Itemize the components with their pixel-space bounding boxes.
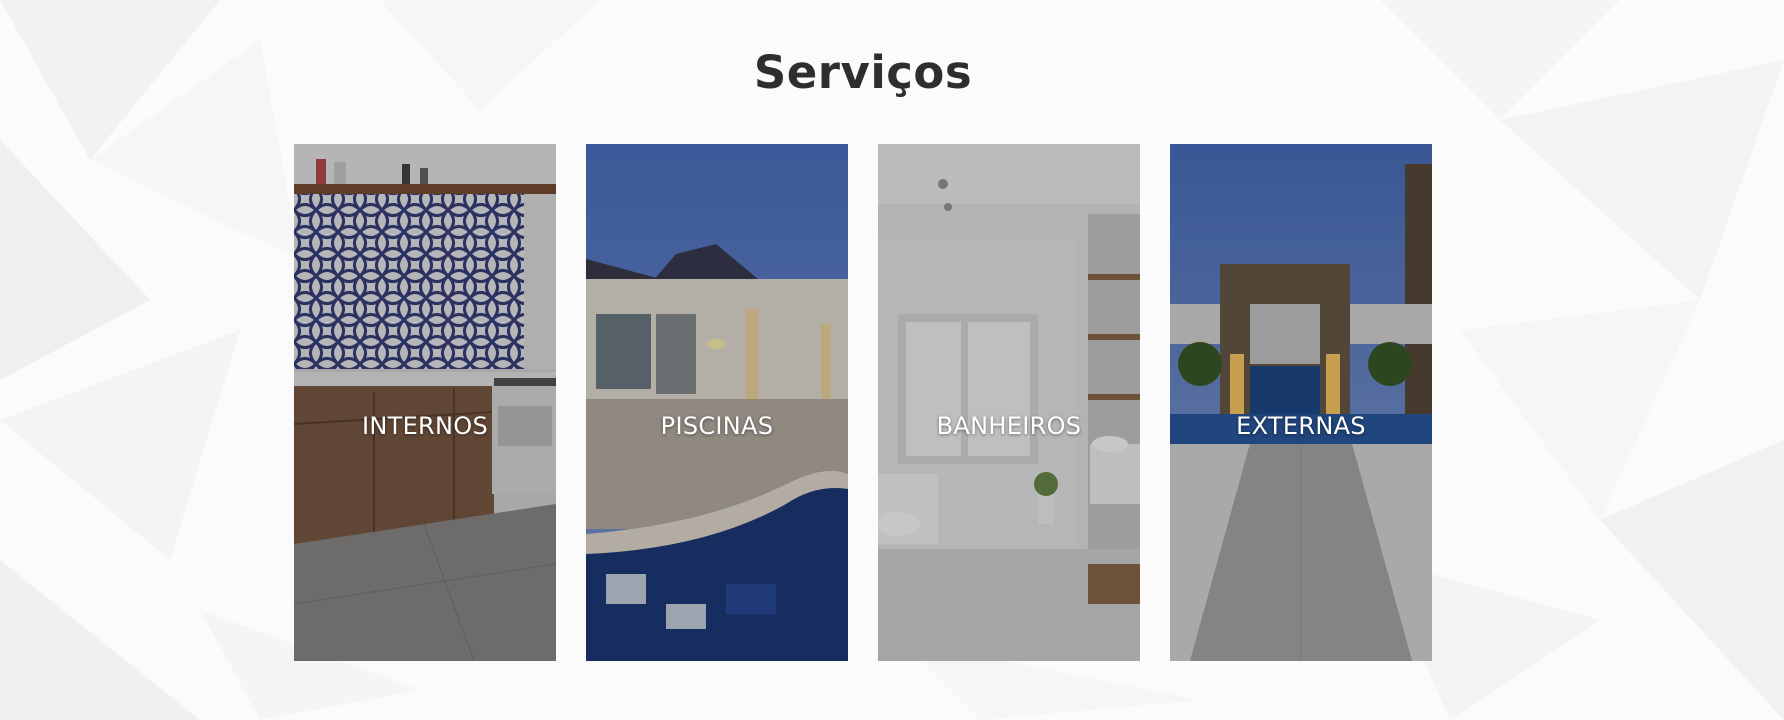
card-overlay xyxy=(1170,144,1432,661)
service-card-piscinas[interactable]: PISCINAS xyxy=(586,144,848,661)
services-grid: INTERNOS PISCINAS BANHEIROS EXTERNAS xyxy=(294,144,1432,661)
service-card-internos[interactable]: INTERNOS xyxy=(294,144,556,661)
card-label-externas: EXTERNAS xyxy=(1236,412,1366,440)
card-overlay xyxy=(294,144,556,661)
card-overlay xyxy=(586,144,848,661)
card-label-internos: INTERNOS xyxy=(361,412,488,440)
service-card-banheiros[interactable]: BANHEIROS xyxy=(878,144,1140,661)
service-card-externas[interactable]: EXTERNAS xyxy=(1170,144,1432,661)
card-label-banheiros: BANHEIROS xyxy=(936,412,1082,440)
section-title: Serviços xyxy=(753,46,973,99)
card-label-piscinas: PISCINAS xyxy=(660,412,774,440)
card-overlay xyxy=(878,144,1140,661)
